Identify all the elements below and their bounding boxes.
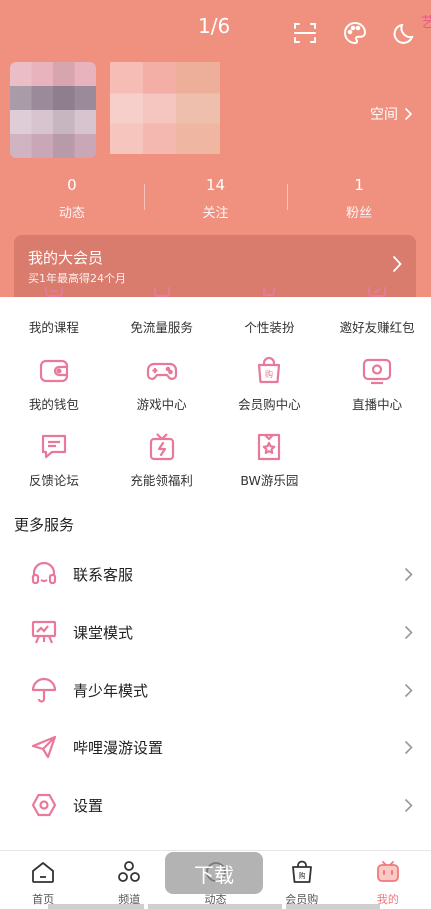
home-indicator-segment <box>48 904 144 909</box>
shopping-bag-icon: 购 <box>252 354 286 388</box>
stat-value: 14 <box>205 176 226 194</box>
username-blurred <box>110 62 220 154</box>
stat-label: 粉丝 <box>346 206 373 221</box>
grid-item-feedback[interactable]: 反馈论坛 <box>0 430 108 489</box>
profile-header: 1/6 艺 空间 0 动态 14 关注 1 粉丝 我的大会员 买1年最高得24个… <box>0 0 431 297</box>
grid-item-course[interactable]: 我的课程 <box>0 287 108 336</box>
chevron-right-icon <box>404 798 413 812</box>
wallet-icon <box>37 354 71 388</box>
chevron-right-icon <box>404 740 413 754</box>
scan-icon[interactable] <box>290 18 320 48</box>
grid-item-invite[interactable]: 邀好友赚红包 <box>323 287 431 336</box>
service-grid-row-1: 我的课程 免流量服务 个性装扮 邀好友赚红包 <box>0 287 431 336</box>
chevron-right-icon <box>404 625 413 639</box>
home-indicator-segment <box>148 904 282 909</box>
tv-face-icon <box>377 861 399 882</box>
live-tv-icon <box>360 354 394 388</box>
grid-item-label: BW游乐园 <box>240 473 299 488</box>
classroom-icon <box>31 620 57 644</box>
gamepad-icon <box>145 354 179 388</box>
grid-item-vip-shop[interactable]: 购 会员购中心 <box>216 354 324 413</box>
svg-text:购: 购 <box>265 369 273 379</box>
grid-item-label: 会员购中心 <box>238 397 301 412</box>
grid-item-charge-gift[interactable]: 充能领福利 <box>108 430 216 489</box>
umbrella-icon <box>31 677 57 703</box>
feedback-icon <box>37 430 71 464</box>
chevron-right-icon <box>404 107 413 121</box>
image-counter: 1/6 <box>198 14 231 38</box>
grid-item-label: 邀好友赚红包 <box>339 320 415 335</box>
grid-item-live-center[interactable]: 直播中心 <box>323 354 431 413</box>
shopping-bag-icon: 购 <box>291 860 312 883</box>
service-item-roaming-settings[interactable]: 哔哩漫游设置 <box>0 718 431 776</box>
vip-subtitle: 买1年最高得24个月 <box>28 272 126 285</box>
download-button[interactable]: 下载 <box>165 852 263 894</box>
grid-item-label: 我的课程 <box>28 320 79 335</box>
vip-banner[interactable]: 我的大会员 买1年最高得24个月 <box>14 235 416 297</box>
grid-item-empty <box>323 430 431 489</box>
grid-item-game-center[interactable]: 游戏中心 <box>108 354 216 413</box>
invite-icon <box>368 287 387 297</box>
grid-item-label: 免流量服务 <box>130 320 193 335</box>
grid-item-label: 直播中心 <box>352 397 403 412</box>
stat-following[interactable]: 14 关注 <box>143 176 288 224</box>
grid-item-label: 我的钱包 <box>28 397 79 412</box>
grid-item-wallet[interactable]: 我的钱包 <box>0 354 108 413</box>
stat-label: 动态 <box>58 206 85 221</box>
grid-item-label: 充能领福利 <box>130 473 193 488</box>
service-grid-row-2: 我的钱包 游戏中心 购 会员购中心 直播中心 <box>0 354 431 413</box>
grid-item-label: 游戏中心 <box>136 397 187 412</box>
grid-item-dress-up[interactable]: 个性装扮 <box>216 287 324 336</box>
service-item-classroom-mode[interactable]: 课堂模式 <box>0 603 431 661</box>
chevron-right-icon <box>404 683 413 697</box>
service-item-label: 哔哩漫游设置 <box>73 738 164 757</box>
charge-gift-icon <box>145 430 179 464</box>
avatar[interactable] <box>10 62 96 158</box>
moon-icon[interactable] <box>390 18 420 48</box>
nav-mine[interactable]: 我的 <box>345 851 431 909</box>
free-data-icon <box>153 287 170 297</box>
home-indicator-segment <box>286 904 380 909</box>
palette-icon[interactable] <box>340 18 370 48</box>
service-item-label: 青少年模式 <box>73 681 149 700</box>
service-item-label: 课堂模式 <box>73 623 134 642</box>
stats-row: 0 动态 14 关注 1 粉丝 <box>0 176 431 224</box>
grid-item-free-data[interactable]: 免流量服务 <box>108 287 216 336</box>
service-item-customer-support[interactable]: 联系客服 <box>0 545 431 603</box>
channel-icon <box>118 861 141 882</box>
chevron-right-icon <box>392 255 402 273</box>
corner-mark: 艺 <box>421 15 431 31</box>
stat-value: 0 <box>67 176 77 194</box>
stat-label: 关注 <box>202 206 229 221</box>
nav-channel[interactable]: 频道 <box>86 851 172 909</box>
stat-value: 1 <box>354 176 364 194</box>
grid-item-label: 反馈论坛 <box>28 473 79 488</box>
space-link-label: 空间 <box>370 107 398 123</box>
headset-icon <box>31 561 57 585</box>
service-item-label: 联系客服 <box>73 565 134 584</box>
paper-plane-icon <box>31 735 57 759</box>
settings-icon <box>31 793 57 817</box>
more-services-title: 更多服务 <box>14 516 75 534</box>
dress-up-icon <box>263 287 276 296</box>
space-link[interactable]: 空间 <box>370 104 413 124</box>
stat-dynamics[interactable]: 0 动态 <box>0 176 144 224</box>
vip-title: 我的大会员 <box>28 249 104 267</box>
service-grid-row-3: 反馈论坛 充能领福利 BW游乐园 <box>0 430 431 489</box>
service-item-label: 设置 <box>73 796 104 815</box>
grid-item-bw-park[interactable]: BW游乐园 <box>216 430 324 489</box>
grid-item-label: 个性装扮 <box>244 320 295 335</box>
course-icon <box>44 287 63 297</box>
bw-park-icon <box>252 430 286 464</box>
service-item-settings[interactable]: 设置 <box>0 776 431 834</box>
home-icon <box>32 862 54 883</box>
nav-home[interactable]: 首页 <box>0 851 86 909</box>
service-item-teen-mode[interactable]: 青少年模式 <box>0 661 431 719</box>
stat-fans[interactable]: 1 粉丝 <box>287 176 431 224</box>
svg-text:购: 购 <box>298 871 305 880</box>
nav-vip-shop[interactable]: 购 会员购 <box>259 851 345 909</box>
chevron-right-icon <box>404 567 413 581</box>
